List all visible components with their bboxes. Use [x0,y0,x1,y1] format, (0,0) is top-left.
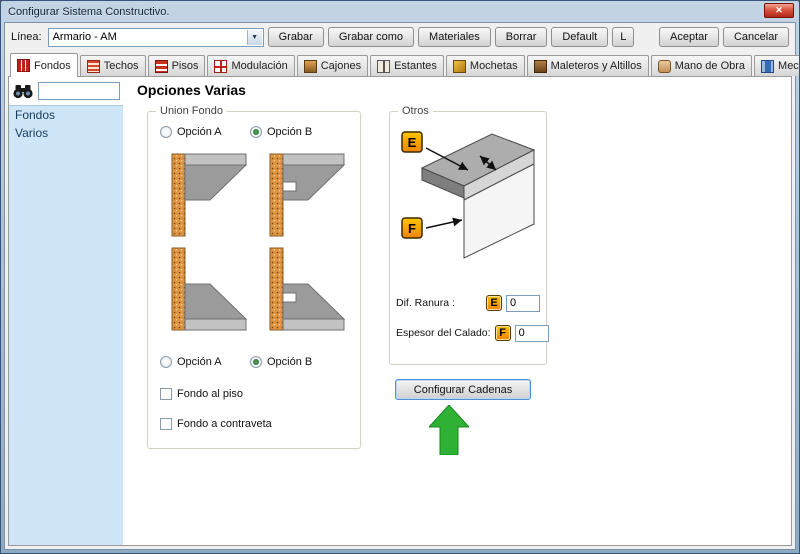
grabar-button[interactable]: Grabar [267,27,324,47]
estantes-tab-icon [377,59,391,73]
tab-mano-de-obra[interactable]: Mano de Obra [650,55,753,76]
svg-text:E: E [408,135,417,150]
mecanizados-tab-icon [761,59,775,73]
cajones-tab-icon [303,59,317,73]
dif-ranura-row: Dif. Ranura : E [396,294,540,312]
badge-e-icon: E [486,295,502,311]
default-button[interactable]: Default [551,27,609,47]
svg-text:F: F [408,221,416,236]
mano-de-obra-tab-icon [657,59,671,73]
modulacion-tab-icon [214,59,228,73]
aceptar-button[interactable]: Aceptar [659,27,719,47]
materiales-button[interactable]: Materiales [418,27,491,47]
radio-circle [160,126,172,138]
tab-label: Fondos [34,59,71,72]
dropdown-arrow-icon[interactable]: ▼ [246,29,262,45]
tab-label: Mecanizados [778,60,799,72]
radio-circle [160,356,172,368]
green-up-arrow [429,405,469,455]
main-panel: Opciones Varias Union Fondo Opción A Opc… [123,77,791,545]
configurar-cadenas-button[interactable]: Configurar Cadenas [395,379,531,400]
tab-techos[interactable]: Techos [79,55,146,76]
checkbox-fondo-al-piso[interactable]: Fondo al piso [160,388,243,400]
badge-f-illustration: F [401,217,423,239]
close-button[interactable]: ✕ [764,3,794,18]
sidebar: Fondos Varios [9,77,123,545]
linea-selected-value: Armario - AM [52,31,117,43]
espesor-calado-input[interactable] [514,324,549,342]
radio-opcion-a-top[interactable]: Opción A [160,126,222,138]
tab-content-panel: Fondos Varios Opciones Varias Union Fond… [8,76,792,546]
tab-label: Mochetas [469,60,518,72]
grabar-como-button[interactable]: Grabar como [327,27,415,47]
page-title: Opciones Varias [137,82,246,98]
checkbox-box [160,418,172,430]
radio-circle [250,356,262,368]
pisos-tab-icon [154,59,168,73]
tab-label: Techos [103,60,139,72]
tab-fondos[interactable]: Fondos [10,53,78,77]
binoculars-search-icon [13,84,33,98]
radio-opcion-b-top[interactable]: Opción B [250,126,312,138]
borrar-button[interactable]: Borrar [494,27,548,47]
tab-maleteros-y-altillos[interactable]: Maleteros y Altillos [526,55,649,76]
window-title: Configurar Sistema Constructivo. [8,5,170,18]
techos-tab-icon [86,59,100,73]
tab-label: Modulación [231,60,288,72]
close-icon: ✕ [775,5,783,15]
checkbox-fondo-a-contraveta[interactable]: Fondo a contraveta [160,418,272,430]
sidebar-search-input[interactable] [38,82,120,100]
sidebar-search-row [9,77,123,105]
badge-e-illustration: E [401,131,423,153]
linea-label: Línea: [11,31,42,43]
union-fondo-group: Union Fondo Opción A Opción B Opción A O… [147,105,361,449]
tab-pisos[interactable]: Pisos [147,55,206,76]
dif-ranura-label: Dif. Ranura : [396,297,455,309]
linea-select[interactable]: Armario - AM ▼ [47,27,264,47]
tab-label: Pisos [171,60,199,72]
maleteros-tab-icon [533,59,547,73]
tab-label: Cajones [320,60,362,72]
groove-detail-illustration: E F [401,131,536,259]
union-fondo-group-title: Union Fondo [156,105,227,117]
union-fondo-diagram-option-a-top [171,153,248,237]
tab-mecanizados[interactable]: Mecanizados [754,55,799,76]
tab-label: Mano de Obra [674,60,746,72]
otros-group-title: Otros [398,105,433,117]
sidebar-list: Fondos Varios [9,105,123,545]
union-fondo-diagram-option-b-bottom [269,247,346,331]
tab-estantes[interactable]: Estantes [370,55,444,76]
espesor-calado-row: Espesor del Calado: F [396,324,549,342]
mochetas-tab-icon [452,59,466,73]
sidebar-item-varios[interactable]: Varios [9,124,123,142]
espesor-calado-label: Espesor del Calado: [396,327,491,339]
tab-cajones[interactable]: Cajones [296,55,369,76]
cancelar-button[interactable]: Cancelar [722,27,789,47]
tab-mochetas[interactable]: Mochetas [445,55,525,76]
dif-ranura-input[interactable] [506,294,540,312]
sidebar-item-fondos[interactable]: Fondos [9,106,123,124]
otros-group: Otros E F Dif. Ranura: E 0 Espesor del … [389,105,549,365]
union-fondo-diagram-option-b-top [269,153,346,237]
dialog-window: Configurar Sistema Constructivo. ✕ Línea… [0,0,800,554]
radio-opcion-b-bottom[interactable]: Opción B [250,356,312,368]
fondos-tab-icon [17,59,30,72]
l-button[interactable]: L [612,27,635,47]
tab-modulacion[interactable]: Modulación [207,55,295,76]
checkbox-box [160,388,172,400]
radio-opcion-a-bottom[interactable]: Opción A [160,356,222,368]
union-fondo-diagram-option-a-bottom [171,247,248,331]
tab-label: Maleteros y Altillos [550,60,642,72]
titlebar[interactable]: Configurar Sistema Constructivo. ✕ [1,1,799,22]
radio-circle [250,126,262,138]
tab-label: Estantes [394,60,437,72]
tab-bar: Fondos Techos Pisos Modulación Cajones E… [8,52,799,77]
badge-f-icon: F [494,325,511,341]
toolbar: Línea: Armario - AM ▼ Grabar Grabar como… [5,25,795,49]
dialog-body: Línea: Armario - AM ▼ Grabar Grabar como… [4,22,799,550]
